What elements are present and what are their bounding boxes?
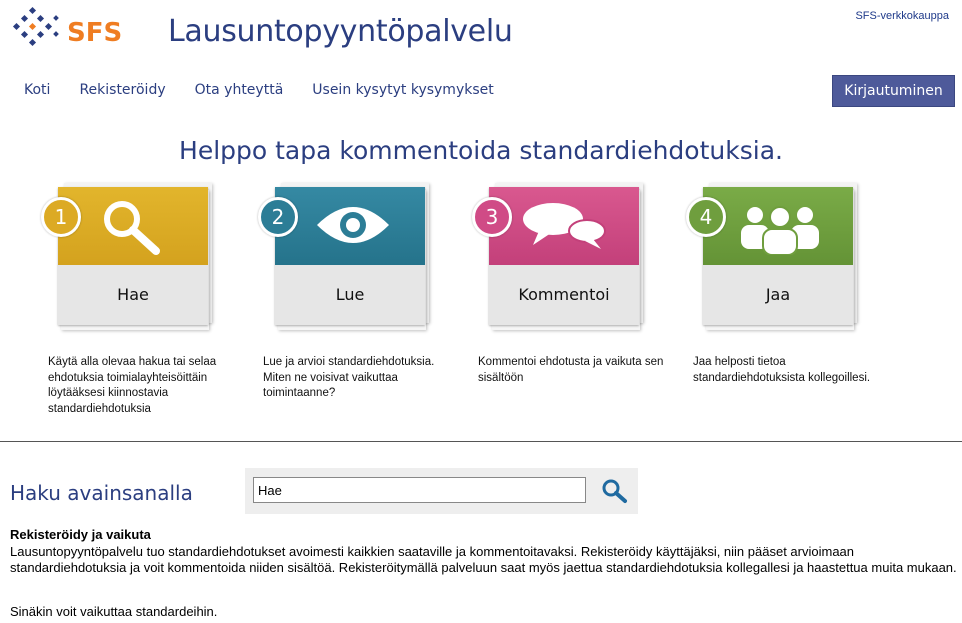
search-icon [98, 197, 168, 262]
nav-item-koti[interactable]: Koti [24, 82, 50, 98]
step-number: 3 [472, 197, 512, 237]
info-text: Lausuntopyyntöpalvelu tuo standardiehdot… [10, 544, 957, 575]
eye-icon [315, 199, 391, 256]
step-description-kommentoi: Kommentoi ehdotusta ja vaikuta sen sisäl… [478, 356, 664, 384]
search-button[interactable] [600, 478, 628, 504]
step-label: Hae [117, 285, 149, 304]
search-icon [602, 479, 627, 503]
step-description-jaa: Jaa helposti tietoa standardiehdotuksist… [693, 356, 871, 384]
step-card-lue[interactable]: Lue 2 [258, 183, 429, 330]
logo-diamonds-icon: SFS [12, 6, 122, 48]
main-nav: Koti Rekisteröidy Ota yhteyttä Usein kys… [24, 82, 523, 98]
step-label: Jaa [765, 285, 791, 304]
search-input[interactable] [253, 477, 586, 503]
nav-item-rekisteroidy[interactable]: Rekisteröidy [79, 82, 165, 98]
search-title: Haku avainsanalla [10, 481, 193, 505]
speech-bubbles-icon [521, 201, 607, 258]
step-card-jaa[interactable]: Jaa 4 [686, 183, 857, 330]
step-label: Kommentoi [518, 285, 610, 304]
nav-item-ota-yhteytta[interactable]: Ota yhteyttä [195, 82, 284, 98]
page-headline: Helppo tapa kommentoida standardiehdotuk… [179, 136, 783, 165]
svg-text:SFS: SFS [67, 18, 122, 48]
step-description-lue: Lue ja arvioi standardiehdotuksia. Miten… [263, 356, 435, 399]
login-button[interactable]: Kirjautuminen [832, 75, 955, 107]
step-description-hae: Käytä alla olevaa hakua tai selaa ehdotu… [48, 356, 217, 415]
step-label: Lue [335, 285, 365, 304]
info-title: Rekisteröidy ja vaikuta [10, 527, 151, 542]
people-icon [739, 201, 821, 260]
search-panel [245, 468, 638, 514]
step-number: 2 [258, 197, 298, 237]
sfs-logo[interactable]: SFS [10, 6, 130, 56]
step-card-hae[interactable]: Hae 1 [41, 183, 212, 330]
info-text-secondary: Sinäkin voit vaikuttaa standardeihin. [10, 604, 218, 619]
section-divider [0, 441, 962, 442]
step-number: 4 [686, 197, 726, 237]
step-card-kommentoi[interactable]: Kommentoi 3 [472, 183, 643, 330]
step-number: 1 [41, 197, 81, 237]
shop-link[interactable]: SFS-verkkokauppa [855, 10, 949, 22]
nav-item-faq[interactable]: Usein kysytyt kysymykset [312, 82, 493, 98]
site-title: Lausuntopyyntöpalvelu [168, 14, 513, 49]
